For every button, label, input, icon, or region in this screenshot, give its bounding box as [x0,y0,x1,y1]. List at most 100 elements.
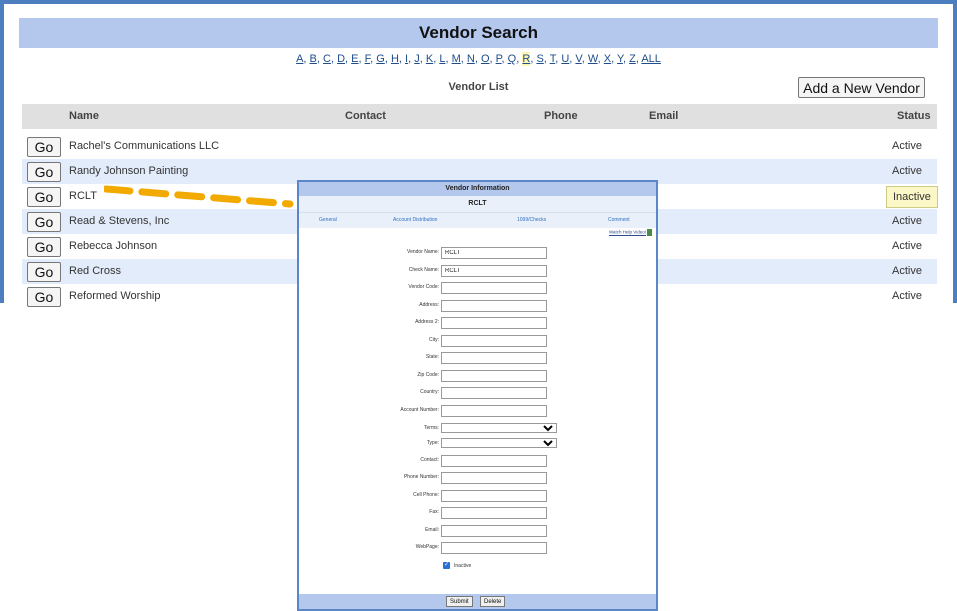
go-button[interactable]: Go [27,187,61,207]
address-field[interactable] [441,300,547,312]
help-video-link[interactable]: Watch Help Video! [609,229,652,236]
alpha-separator: , [543,53,550,65]
country-field[interactable] [441,387,547,399]
callout-dashed-line [104,185,294,208]
alpha-separator: , [445,53,452,65]
dialog-tabs: General Account Distribution 1099/Checks… [299,212,656,228]
tab-comment[interactable]: Comment [608,217,630,223]
form-row: Check Name: [299,265,660,277]
webpage-field[interactable] [441,542,547,554]
status-text: Active [892,215,922,227]
field-label: Address 2: [415,319,439,325]
field-label: Vendor Code: [408,284,439,290]
alpha-link-h[interactable]: H [391,52,399,66]
form-row: Zip Code: [299,370,660,382]
vendor-name: Read & Stevens, Inc [69,215,170,227]
phone-number-field[interactable] [441,472,547,484]
tab-1099-checks[interactable]: 1099/Checks [517,217,546,223]
alpha-link-z[interactable]: Z [629,52,636,66]
status-text: Active [892,140,922,152]
alpha-link-g[interactable]: G [376,52,385,66]
go-button[interactable]: Go [27,237,61,257]
status-text: Active [892,290,922,302]
city-field[interactable] [441,335,547,347]
type-select[interactable] [441,438,557,448]
alpha-link-n[interactable]: N [467,52,475,66]
vendor-name-field[interactable] [441,247,547,259]
page-title: Vendor Search [19,18,938,48]
field-label: Email: [425,527,439,533]
go-button[interactable]: Go [27,262,61,282]
form-row: WebPage: [299,542,660,554]
alpha-link-q[interactable]: Q [508,52,517,66]
inactive-checkbox[interactable]: ✓ [443,562,450,569]
field-label: Contact: [420,457,439,463]
delete-button[interactable]: Delete [480,596,506,607]
field-label: State: [425,354,439,360]
vendor-code-field[interactable] [441,282,547,294]
contact-field[interactable] [441,455,547,467]
go-button[interactable]: Go [27,137,61,157]
status-text: Inactive [886,186,938,208]
form-row: City: [299,335,660,347]
submit-button[interactable]: Submit [446,596,473,607]
alpha-link-s[interactable]: S [536,52,543,66]
vendor-name: RCLT [69,190,97,202]
alpha-link-x[interactable]: X [604,52,611,66]
alpha-separator: , [581,53,588,65]
field-label: Phone Number: [403,474,439,480]
zip-code-field[interactable] [441,370,547,382]
alpha-link-d[interactable]: D [337,52,345,66]
alpha-link-e[interactable]: E [351,52,358,66]
form-row: Phone Number: [299,472,660,484]
form-row: Vendor Name: [299,247,660,259]
column-header-contact: Contact [345,110,386,122]
field-label: Account Number: [400,407,439,413]
alpha-link-o[interactable]: O [481,52,490,66]
form-row: Type: [299,438,660,450]
form-row: Email: [299,525,660,537]
go-button[interactable]: Go [27,212,61,232]
video-icon [647,229,652,236]
vendor-name: Red Cross [69,265,121,277]
field-label: WebPage: [415,544,439,550]
field-label: Fax: [429,509,439,515]
form-row: Address: [299,300,660,312]
go-button[interactable]: Go [27,162,61,182]
field-label: Cell Phone: [413,492,439,498]
alpha-separator: , [501,53,508,65]
alpha-link-b[interactable]: B [310,52,317,66]
status-text: Active [892,240,922,252]
table-row: Go Rachel's Communications LLC Active [22,134,937,159]
field-label: City: [429,337,439,343]
add-vendor-button[interactable]: Add a New Vendor [798,77,925,98]
alpha-link-all[interactable]: ALL [641,52,661,66]
inactive-option: ✓ Inactive [443,562,471,569]
form-row: Contact: [299,455,660,467]
column-header-status: Status [897,110,931,122]
cell-phone-field[interactable] [441,490,547,502]
dialog-title: Vendor Information [299,182,656,196]
alpha-separator: , [460,53,467,65]
email-field[interactable] [441,525,547,537]
tab-general[interactable]: General [319,217,337,223]
form-row: Country: [299,387,660,399]
go-button[interactable]: Go [27,287,61,307]
dialog-subtitle: RCLT [299,196,656,212]
field-label: Type: [426,440,439,446]
address-2-field[interactable] [441,317,547,329]
alpha-link-m[interactable]: M [452,52,461,66]
field-label: Address: [419,302,439,308]
field-label: Country: [420,389,439,395]
account-number-field[interactable] [441,405,547,417]
check-name-field[interactable] [441,265,547,277]
vendor-name: Reformed Worship [69,290,161,302]
alpha-link-c[interactable]: C [323,52,331,66]
alpha-link-w[interactable]: W [588,52,598,66]
inactive-label: Inactive [454,562,472,569]
state-field[interactable] [441,352,547,364]
tab-account-distribution[interactable]: Account Distribution [393,217,437,223]
terms-select[interactable] [441,423,557,433]
fax-field[interactable] [441,507,547,519]
form-row: Account Number: [299,405,660,417]
